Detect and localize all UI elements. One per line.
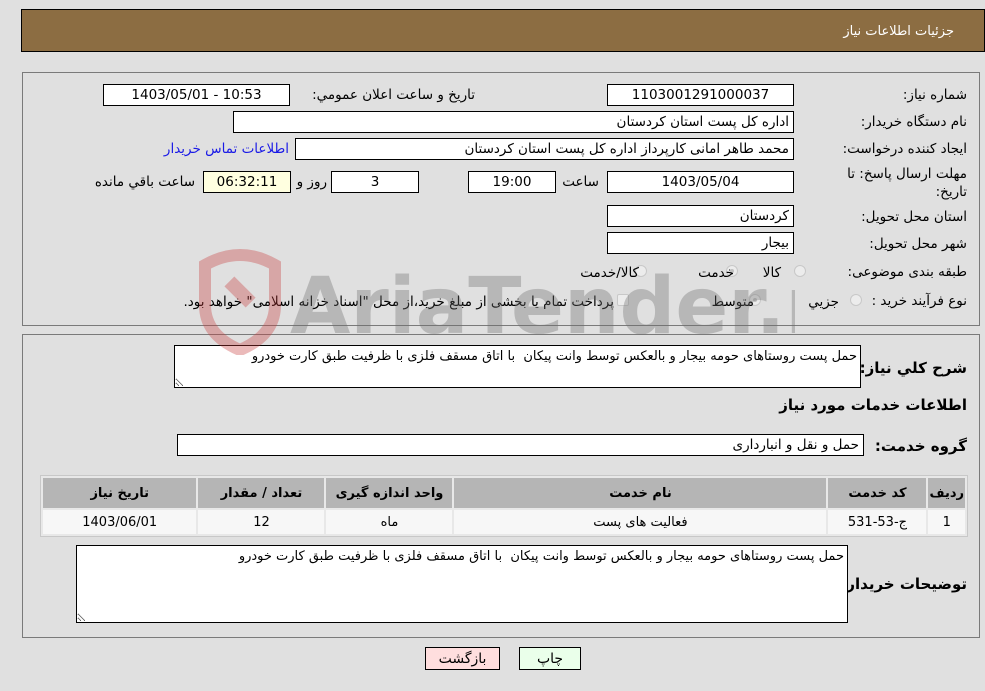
province-label: استان محل تحویل: [861,209,967,225]
days-label: روز و [296,174,327,190]
deadline-time-label: ساعت [562,174,599,190]
need-number-field[interactable]: 1103001291000037 [607,84,794,106]
requester-field[interactable]: محمد طاهر امانی کارپرداز اداره کل پست اس… [295,138,794,160]
requester-label: ایجاد کننده درخواست: [842,141,967,157]
payment-note: پرداخت تمام یا بخشی از مبلغ خرید،از محل … [183,294,614,310]
category-option-goods-service: کالا/خدمت [580,265,639,281]
process-radio-minor[interactable] [850,294,862,306]
page-title: جزئیات اطلاعات نیاز [843,24,954,39]
time-remaining-label: ساعت باقي مانده [94,174,195,190]
buyer-org-label: نام دستگاه خریدار: [860,114,967,130]
cell-row-number: 1 [928,510,965,534]
city-field[interactable]: بیجار [607,232,794,254]
col-quantity: تعداد / مقدار [198,478,325,508]
services-heading: اطلاعات خدمات مورد نیاز [779,396,967,414]
cell-quantity: 12 [198,510,325,534]
process-option-medium: متوسط [711,294,754,310]
back-button[interactable]: بازگشت [425,647,500,670]
buyer-notes-label: توضیحات خریدار: [840,575,967,593]
need-info-section: شماره نیاز: 1103001291000037 تاریخ و ساع… [22,72,980,326]
category-option-goods: کالا [762,265,781,281]
cell-unit: ماه [326,510,453,534]
cell-service-code: ج-53-531 [828,510,927,534]
col-service-name: نام خدمت [454,478,827,508]
services-table: ردیف کد خدمت نام خدمت واحد اندازه گیری ت… [40,475,968,537]
summary-label: شرح کلي نیاز: [859,359,967,377]
col-unit: واحد اندازه گیری [326,478,453,508]
need-number-label: شماره نیاز: [902,87,967,103]
col-service-code: کد خدمت [828,478,927,508]
days-remaining-field[interactable]: 3 [331,171,419,193]
page-header: جزئیات اطلاعات نیاز [21,9,985,52]
treasury-payment-checkbox[interactable] [617,294,629,306]
cell-service-name: فعالیت های پست [454,510,827,534]
deadline-label: مهلت ارسال پاسخ: تا تاریخ: [847,166,967,200]
buyer-org-field[interactable]: اداره کل پست استان کردستان [233,111,794,133]
category-option-service: خدمت [698,265,734,281]
need-details-section: شرح کلي نیاز: اطلاعات خدمات مورد نیاز گر… [22,334,980,638]
city-label: شهر محل تحویل: [869,236,967,252]
print-button[interactable]: چاپ [519,647,581,670]
summary-textarea[interactable] [174,345,861,388]
service-group-label: گروه خدمت: [874,437,967,455]
table-header-row: ردیف کد خدمت نام خدمت واحد اندازه گیری ت… [43,478,965,508]
category-label: طبقه بندی موضوعی: [847,264,967,280]
time-remaining-field[interactable]: 06:32:11 [203,171,291,193]
buyer-contact-link[interactable]: اطلاعات تماس خریدار [164,141,289,157]
deadline-time-field[interactable]: 19:00 [468,171,556,193]
category-radio-goods[interactable] [794,265,806,277]
table-row: 1 ج-53-531 فعالیت های پست ماه 12 1403/06… [43,510,965,534]
col-need-date: تاریخ نیاز [43,478,197,508]
announce-datetime-field[interactable]: 1403/05/01 - 10:53 [103,84,290,106]
announce-label: تاریخ و ساعت اعلان عمومي: [312,87,475,103]
service-group-field[interactable]: حمل و نقل و انبارداری [177,434,864,456]
province-field[interactable]: کردستان [607,205,794,227]
process-type-label: نوع فرآیند خرید : [871,293,967,309]
col-row-number: ردیف [928,478,965,508]
buyer-notes-textarea[interactable] [76,545,848,623]
deadline-date-field[interactable]: 1403/05/04 [607,171,794,193]
process-option-minor: جزيي [808,294,839,310]
cell-need-date: 1403/06/01 [43,510,197,534]
